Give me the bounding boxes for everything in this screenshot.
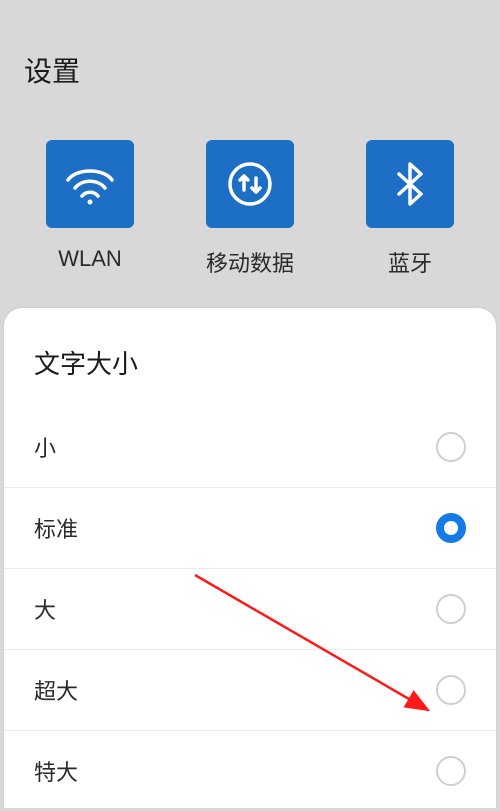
tile-label: 蓝牙 — [388, 246, 432, 278]
bluetooth-icon — [366, 140, 454, 228]
text-size-panel: 文字大小 小 标准 大 超大 特大 — [4, 308, 496, 808]
radio-unselected[interactable] — [436, 756, 466, 786]
data-icon — [206, 140, 294, 228]
tile-label: WLAN — [58, 246, 122, 272]
option-large[interactable]: 大 — [4, 569, 496, 650]
option-small[interactable]: 小 — [4, 407, 496, 488]
radio-selected[interactable] — [436, 513, 466, 543]
settings-header: 设置 — [0, 0, 500, 120]
radio-unselected[interactable] — [436, 675, 466, 705]
option-label: 标准 — [34, 512, 78, 544]
tile-bluetooth[interactable]: 蓝牙 — [366, 140, 454, 278]
tile-mobile-data[interactable]: 移动数据 — [206, 140, 294, 278]
wifi-icon — [46, 140, 134, 228]
panel-title: 文字大小 — [4, 344, 496, 407]
option-label: 超大 — [34, 674, 78, 706]
option-label: 小 — [34, 431, 56, 463]
tile-wlan[interactable]: WLAN — [46, 140, 134, 278]
radio-unselected[interactable] — [436, 432, 466, 462]
option-xlarge[interactable]: 超大 — [4, 650, 496, 731]
radio-unselected[interactable] — [436, 594, 466, 624]
quick-tiles: WLAN 移动数据 蓝牙 — [0, 120, 500, 308]
option-xxlarge[interactable]: 特大 — [4, 731, 496, 811]
tile-label: 移动数据 — [206, 246, 294, 278]
page-title: 设置 — [24, 50, 476, 90]
option-standard[interactable]: 标准 — [4, 488, 496, 569]
option-label: 大 — [34, 593, 56, 625]
option-label: 特大 — [34, 755, 78, 787]
